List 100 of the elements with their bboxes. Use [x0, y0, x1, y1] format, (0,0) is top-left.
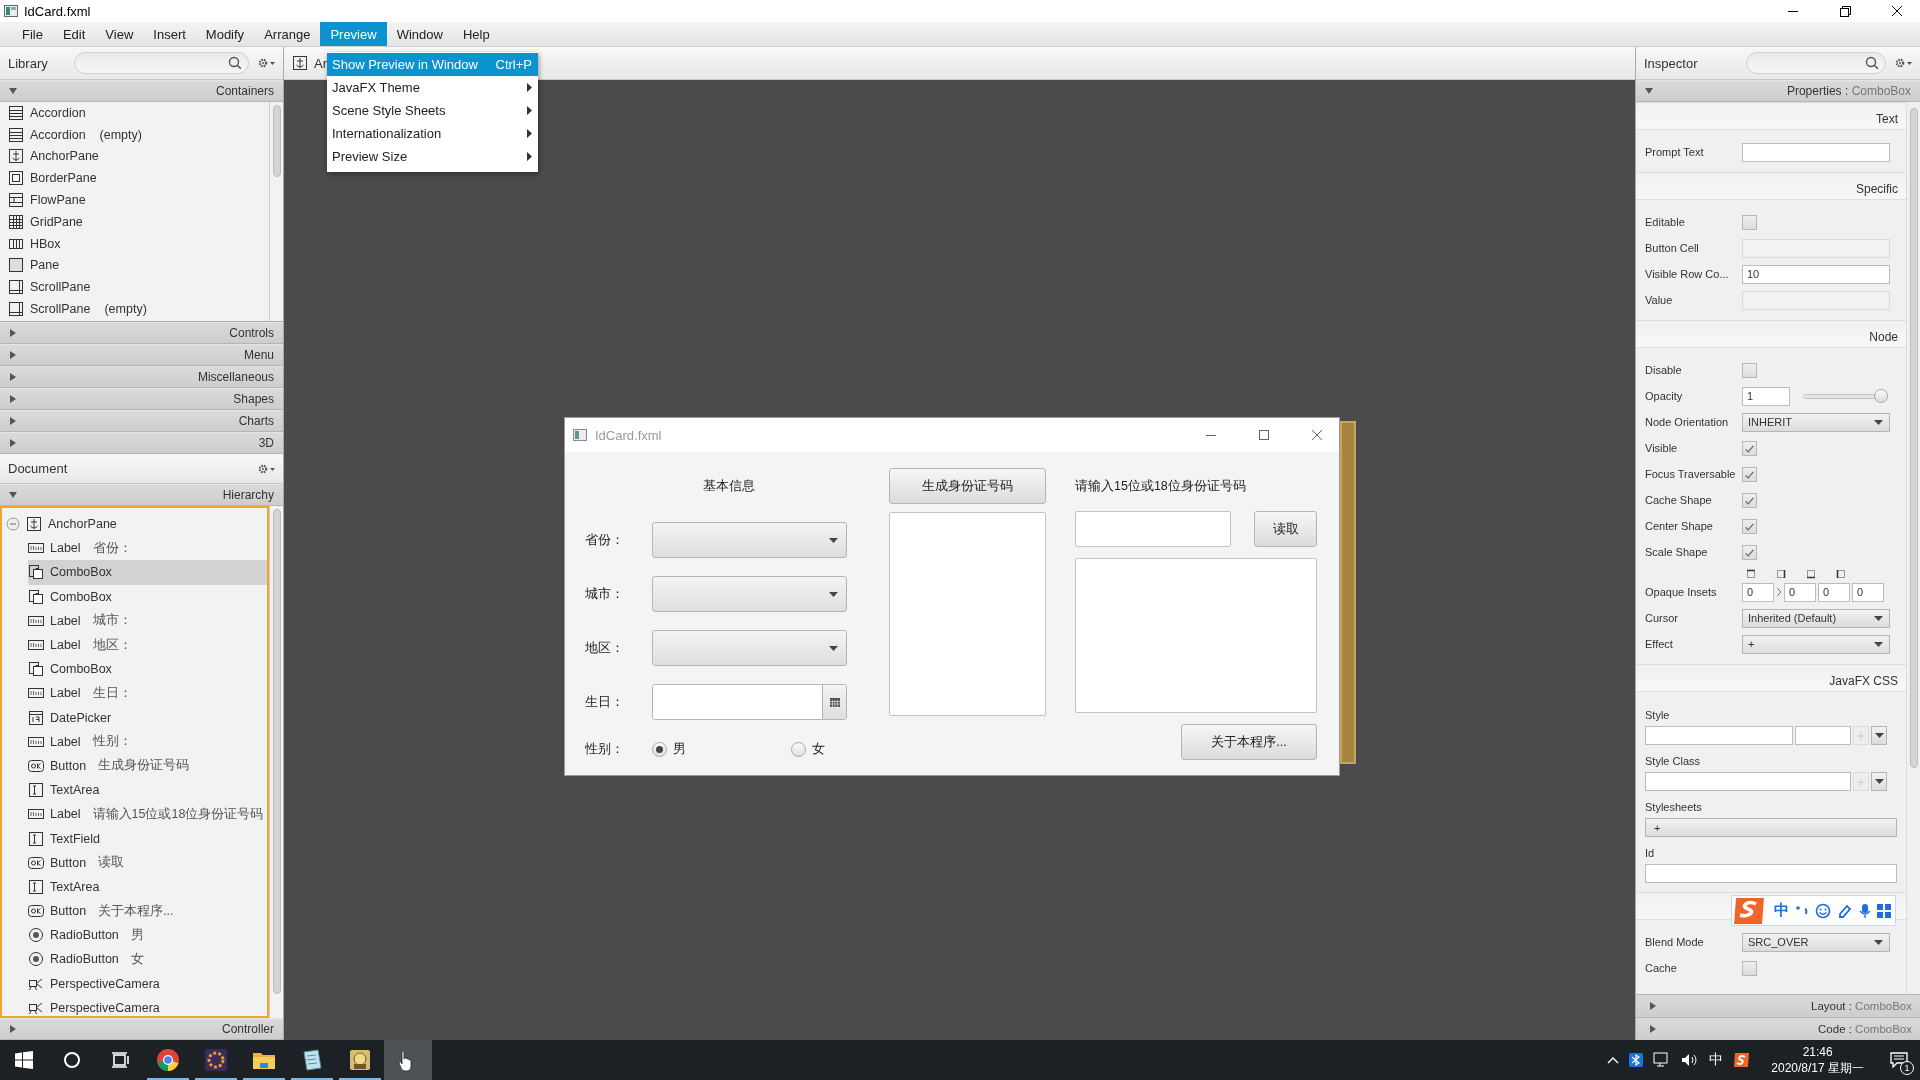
tree-item[interactable]: RadioButton 女 [28, 947, 267, 972]
collapse-triangle-icon[interactable] [8, 86, 18, 96]
expand-triangle-icon[interactable] [1648, 1001, 1658, 1011]
input-field[interactable] [1742, 142, 1890, 162]
tree-item[interactable]: Label 请输入15位或18位身份证号码 [28, 802, 267, 827]
expand-triangle-icon[interactable] [8, 438, 18, 448]
expand-triangle-icon[interactable] [1648, 1024, 1658, 1034]
menu-item[interactable]: Modify [195, 22, 255, 46]
input-mode-label[interactable]: 中 [1709, 1051, 1724, 1069]
calendar-icon[interactable] [829, 697, 840, 707]
section-header[interactable]: Properties : ComboBox [1636, 80, 1920, 102]
checkbox[interactable] [1742, 214, 1757, 230]
menu-item[interactable]: Internationalization [327, 122, 538, 145]
checkbox[interactable] [1742, 466, 1757, 482]
settings-icon[interactable] [1894, 57, 1914, 69]
slider-thumb[interactable] [1874, 389, 1888, 403]
dropdown-arrow-icon[interactable] [1874, 779, 1884, 784]
checkbox[interactable] [1742, 960, 1757, 976]
category-header[interactable]: Miscellaneous [0, 366, 283, 388]
expand-triangle-icon[interactable] [8, 372, 18, 382]
tree-item[interactable]: RadioButton 男 [28, 923, 267, 948]
input-field[interactable]: 10 [1742, 264, 1890, 284]
tree-item[interactable]: DatePicker [28, 705, 267, 730]
category-header[interactable]: Containers [0, 80, 283, 102]
expand-triangle-icon[interactable] [8, 416, 18, 426]
tree-item[interactable]: PerspectiveCamera [28, 995, 267, 1020]
menu-item[interactable]: Edit [52, 22, 96, 46]
category-header[interactable]: 3D [0, 432, 283, 454]
expand-triangle-icon[interactable] [8, 394, 18, 404]
search-icon[interactable] [1865, 56, 1879, 70]
tree-item[interactable]: Label 城市： [28, 608, 267, 633]
generate-button[interactable]: 生成身份证号码 [889, 468, 1046, 504]
settings-icon[interactable] [257, 57, 277, 69]
input-field[interactable] [1075, 511, 1231, 547]
tree-item[interactable]: ComboBox [28, 560, 267, 585]
radio-button[interactable]: 男 [652, 740, 686, 758]
input-mode-label[interactable]: 中 [1774, 901, 1789, 920]
tree-item[interactable]: Label 性别： [28, 729, 267, 754]
scrollbar-thumb[interactable] [273, 105, 281, 177]
tree-item[interactable]: AnchorPane [2, 512, 267, 537]
expand-triangle-icon[interactable] [8, 328, 18, 338]
section-header[interactable]: Layout : ComboBox [1636, 994, 1920, 1017]
input-field[interactable]: 0 [1742, 582, 1774, 602]
search-icon[interactable] [228, 56, 242, 70]
notepad-icon[interactable] [300, 1048, 324, 1072]
menu-item[interactable]: View [95, 22, 144, 46]
collapse-triangle-icon[interactable] [8, 490, 18, 500]
checkbox[interactable] [1742, 544, 1757, 560]
scrollbar-thumb[interactable] [1910, 108, 1918, 768]
pencil-icon[interactable] [1837, 902, 1853, 919]
search-icon[interactable] [63, 1051, 81, 1069]
input-field[interactable] [1795, 726, 1851, 745]
checkbox[interactable] [1742, 492, 1757, 508]
dropdown[interactable]: Inherited (Default) [1742, 608, 1890, 628]
dropdown[interactable]: SRC_OVER [1742, 932, 1890, 952]
input-field[interactable]: 0 [1852, 582, 1884, 602]
smiley-icon[interactable] [1815, 902, 1831, 919]
input-method-logo-icon[interactable] [1733, 1051, 1752, 1069]
cartoon-app-icon[interactable] [348, 1048, 372, 1072]
add-button[interactable]: + [1645, 818, 1897, 837]
about-button[interactable]: 关于本程序... [1181, 724, 1317, 760]
tree-item[interactable]: TextArea [28, 874, 267, 899]
tree-item[interactable]: ComboBox [28, 584, 267, 609]
tree-item[interactable]: TextField [28, 826, 267, 851]
scrollbar-thumb[interactable] [273, 509, 281, 994]
tree-item[interactable]: PerspectiveCamera [28, 971, 267, 996]
library-item[interactable]: Accordion [30, 127, 86, 142]
menu-item[interactable]: Insert [143, 22, 196, 46]
browser-icon[interactable] [156, 1048, 180, 1072]
category-header[interactable]: Charts [0, 410, 283, 432]
expand-triangle-icon[interactable] [8, 1024, 18, 1034]
library-item[interactable]: HBox [30, 236, 61, 251]
tree-item[interactable]: Button 读取 [28, 850, 267, 875]
dropdown[interactable]: INHERIT [1742, 412, 1890, 432]
menu-item[interactable]: Preview Size [327, 145, 538, 168]
radio-button[interactable]: 女 [791, 740, 825, 758]
library-item[interactable]: Pane [30, 258, 60, 273]
section-header[interactable]: Code : ComboBox [1636, 1017, 1920, 1040]
tree-item[interactable]: Button 生成身份证号码 [28, 753, 267, 779]
library-item[interactable]: BorderPane [30, 171, 97, 186]
input-field[interactable]: 0 [1784, 582, 1816, 602]
menu-item[interactable]: Window [386, 22, 453, 46]
category-header[interactable]: Shapes [0, 388, 283, 410]
section-header[interactable]: Controller [0, 1018, 283, 1040]
checkbox[interactable] [1742, 440, 1757, 456]
menu-item[interactable]: Scene Style Sheets [327, 99, 538, 122]
dropdown[interactable]: + [1742, 634, 1890, 654]
chevron-icon[interactable] [1776, 587, 1782, 597]
notification-button[interactable]: 1 [1884, 1045, 1914, 1075]
search-field[interactable] [1746, 52, 1886, 74]
library-item[interactable]: GridPane [30, 214, 83, 229]
tree-item[interactable]: Label 地区： [28, 632, 267, 658]
library-item[interactable]: FlowPane [30, 193, 86, 208]
windows-start-icon[interactable] [15, 1051, 33, 1069]
tree-item[interactable]: Button 关于本程序... [28, 899, 267, 924]
collapse-triangle-icon[interactable] [1644, 86, 1654, 96]
expand-triangle-icon[interactable] [8, 350, 18, 360]
speaker-icon[interactable] [1681, 1052, 1700, 1068]
clock[interactable]: 21:46 2020/8/17 星期一 [1771, 1044, 1864, 1076]
category-header[interactable]: Menu [0, 344, 283, 366]
